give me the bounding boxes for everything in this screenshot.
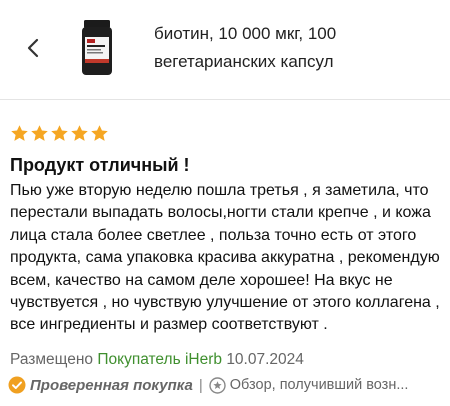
star-icon <box>91 125 108 141</box>
author-name[interactable]: Покупатель iHerb <box>97 351 222 368</box>
star-icon <box>11 125 28 141</box>
chevron-left-icon <box>27 38 39 58</box>
star-icon <box>71 125 88 141</box>
review-date: 10.07.2024 <box>226 351 304 368</box>
verified-check-icon <box>8 376 26 394</box>
top-review-badge[interactable]: Обзор, получивший возн... <box>230 377 409 393</box>
review-body: Пью уже вторую неделю пошла третья , я з… <box>10 182 440 334</box>
separator: | <box>198 376 203 394</box>
header-divider <box>0 99 450 100</box>
review-meta: Размещено Покупатель iHerb 10.07.2024 <box>10 350 304 370</box>
award-icon <box>209 376 226 394</box>
review-badges: Проверенная покупка | Обзор, получивший … <box>8 374 408 396</box>
star-rating <box>10 124 109 143</box>
product-image <box>82 20 112 75</box>
review-title: Продукт отличный ! <box>10 155 190 175</box>
back-button[interactable] <box>22 33 44 63</box>
product-title[interactable]: биотин, 10 000 мкг, 100 вегетарианских к… <box>154 20 444 76</box>
star-icon <box>51 125 68 141</box>
star-icon <box>31 125 48 141</box>
posted-label: Размещено <box>10 351 94 368</box>
verified-purchase-label: Проверенная покупка <box>30 376 193 394</box>
review-header: биотин, 10 000 мкг, 100 вегетарианских к… <box>0 0 450 98</box>
